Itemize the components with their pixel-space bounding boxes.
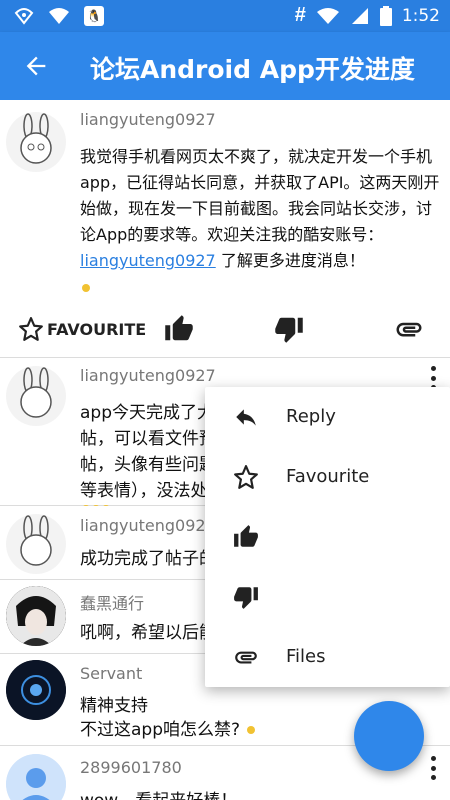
reply-icon xyxy=(236,409,256,426)
menu-item-like[interactable] xyxy=(205,507,450,567)
cell-signal-icon xyxy=(351,7,368,24)
status-bar: 🐧 # 1:52 xyxy=(0,0,450,32)
thumb-up-icon[interactable] xyxy=(164,314,194,344)
arrow-back-icon[interactable] xyxy=(22,52,50,80)
more-options-icon[interactable] xyxy=(426,756,440,780)
thumb-up-icon xyxy=(234,525,258,547)
post-content: 我觉得手机看网页太不爽了，就决定开发一个手机app，已征得站长同意，并获取了AP… xyxy=(80,144,442,300)
wifi-location-icon xyxy=(14,8,34,25)
menu-item-favourite[interactable]: Favourite xyxy=(205,447,450,507)
post-author[interactable]: liangyuteng0927 xyxy=(80,516,216,535)
emoji-icon xyxy=(247,726,256,734)
avatar[interactable] xyxy=(6,514,66,574)
post-author[interactable]: liangyuteng0927 xyxy=(80,110,216,129)
floating-action-button[interactable] xyxy=(354,701,424,771)
qq-icon: 🐧 xyxy=(84,6,104,26)
post-content: wow，看起来好棒！ xyxy=(80,788,442,800)
app-toolbar: 论坛Android App开发进度 xyxy=(0,32,450,100)
post-author[interactable]: 2899601780 xyxy=(80,758,182,777)
hash-icon: # xyxy=(294,4,306,26)
post-actions: FAVOURITE xyxy=(0,304,450,356)
post-card: liangyuteng0927 我觉得手机看网页太不爽了，就决定开发一个手机ap… xyxy=(0,100,450,358)
emoji-icon xyxy=(82,283,90,292)
profile-link[interactable]: liangyuteng0927 xyxy=(80,251,216,270)
attachment-icon xyxy=(235,651,257,664)
thumb-down-icon xyxy=(234,587,258,609)
battery-icon xyxy=(379,5,392,26)
favourite-button[interactable]: FAVOURITE xyxy=(18,316,146,342)
clock: 1:52 xyxy=(401,5,440,26)
attachment-icon[interactable] xyxy=(394,314,424,344)
post-options-menu: Reply Favourite Files xyxy=(205,387,450,687)
avatar[interactable] xyxy=(6,586,66,646)
menu-item-files[interactable]: Files xyxy=(205,627,450,687)
wifi-icon xyxy=(49,8,69,24)
avatar[interactable] xyxy=(6,660,66,720)
post-author[interactable]: liangyuteng0927 xyxy=(80,366,216,385)
post-author[interactable]: Servant xyxy=(80,664,142,683)
avatar[interactable] xyxy=(6,366,66,426)
star-outline-icon xyxy=(19,317,43,341)
menu-item-reply[interactable]: Reply xyxy=(205,387,450,447)
wifi-signal-icon xyxy=(316,7,339,24)
avatar[interactable] xyxy=(6,754,66,800)
avatar[interactable] xyxy=(6,112,66,172)
page-title: 论坛Android App开发进度 xyxy=(90,55,415,84)
thumb-down-icon[interactable] xyxy=(274,314,304,344)
menu-item-dislike[interactable] xyxy=(205,567,450,627)
post-author[interactable]: 蠢黑通行 xyxy=(80,590,144,614)
star-outline-icon xyxy=(234,465,258,489)
